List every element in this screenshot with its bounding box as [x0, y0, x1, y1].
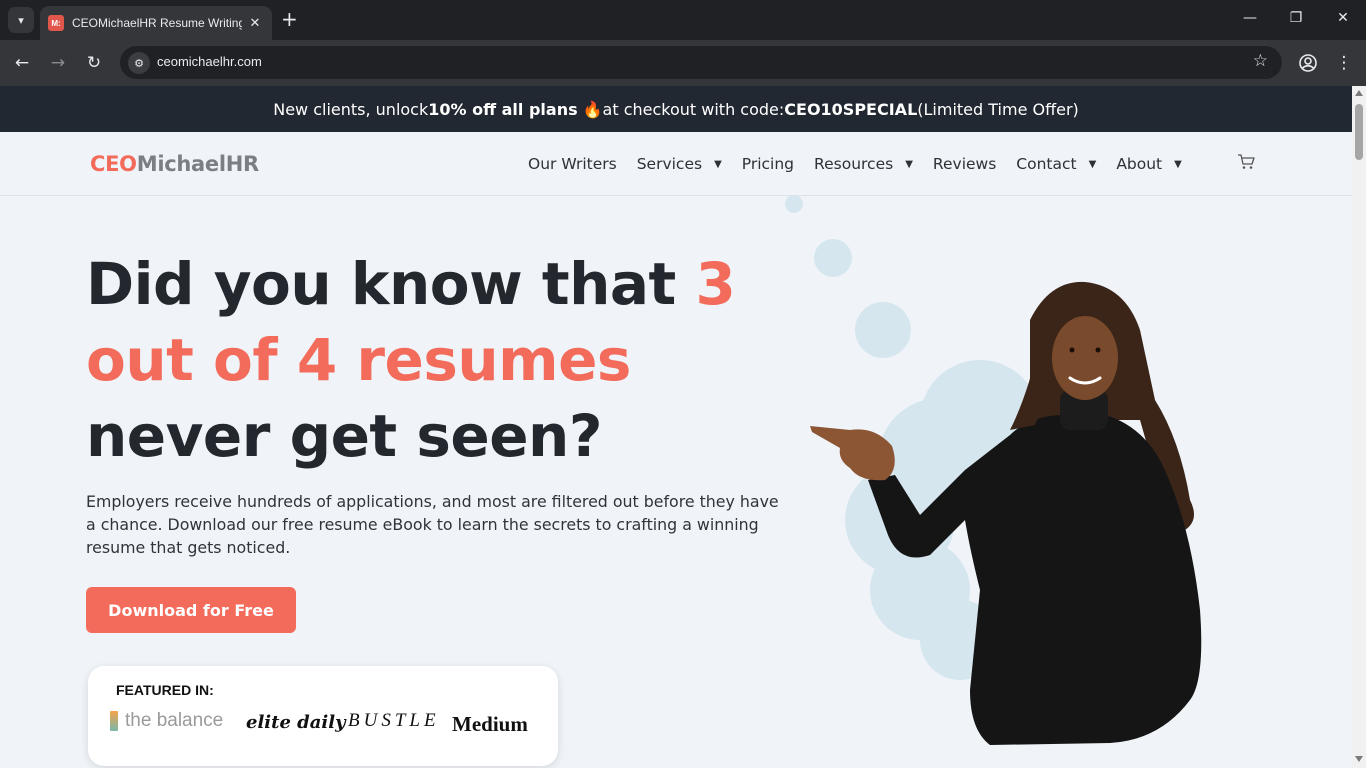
tab-title: CEOMichaelHR Resume Writing: [72, 16, 242, 30]
restore-icon[interactable]: ❐: [1286, 10, 1306, 26]
hero-description: Employers receive hundreds of applicatio…: [86, 492, 779, 557]
main-nav: Our Writers Services ▼ Pricing Resources ▼…: [528, 155, 1202, 173]
caret-down-icon: ▼: [905, 158, 913, 170]
nav-pricing[interactable]: Pricing: [742, 155, 794, 173]
promo-offer: 10% off all plans: [428, 99, 578, 119]
nav-label: Our Writers: [528, 155, 617, 173]
browser-menu-icon[interactable]: ⋮: [1333, 52, 1355, 74]
tab-close-icon[interactable]: ✕: [246, 16, 264, 31]
hero-illustration: [785, 195, 1202, 745]
nav-label: Contact: [1016, 155, 1077, 173]
medium-logo: Medium: [452, 712, 528, 736]
back-icon[interactable]: ←: [11, 52, 33, 74]
scroll-up-icon[interactable]: [1355, 90, 1363, 96]
site-info-icon[interactable]: ⚙: [128, 52, 150, 74]
site-header: CEOMichaelHR Our Writers Services ▼ Prici…: [0, 132, 1352, 196]
download-free-button[interactable]: Download for Free: [86, 587, 296, 633]
nav-about[interactable]: About ▼: [1116, 155, 1182, 173]
nav-services[interactable]: Services ▼: [637, 155, 722, 173]
url-text[interactable]: ceomichaelhr.com: [157, 54, 262, 69]
page-scrollbar[interactable]: [1352, 86, 1366, 768]
promo-banner: New clients, unlock 10% off all plans 🔥 …: [0, 86, 1352, 132]
reload-icon[interactable]: ↻: [83, 52, 105, 74]
hero-title-part2: never get seen?: [86, 402, 602, 470]
scroll-thumb[interactable]: [1355, 104, 1363, 160]
nav-resources[interactable]: Resources ▼: [814, 155, 913, 173]
the-balance-logo: the balance: [110, 710, 223, 732]
nav-contact[interactable]: Contact ▼: [1016, 155, 1096, 173]
scroll-down-icon[interactable]: [1355, 756, 1363, 762]
nav-label: Resources: [814, 155, 894, 173]
logo-ceo: CEO: [90, 152, 137, 176]
logo-rest: MichaelHR: [136, 152, 259, 176]
new-tab-icon[interactable]: +: [281, 9, 298, 29]
site-logo[interactable]: CEOMichaelHR: [90, 152, 259, 176]
cart-icon[interactable]: [1236, 152, 1256, 172]
favicon-icon: M:: [48, 15, 64, 31]
hero-title-part1: Did you know that: [86, 250, 696, 318]
nav-label: Reviews: [932, 155, 997, 173]
nav-label: Pricing: [741, 155, 795, 173]
minimize-icon[interactable]: —: [1240, 10, 1260, 26]
address-bar[interactable]: ⚙ ceomichaelhr.com ☆: [120, 46, 1282, 79]
close-window-icon[interactable]: ✕: [1333, 10, 1353, 26]
featured-in-card: FEATURED IN: the balance elite daily BUS…: [88, 666, 558, 766]
bookmark-star-icon[interactable]: ☆: [1253, 51, 1268, 71]
promo-middle: at checkout with code:: [602, 99, 785, 119]
nav-our-writers[interactable]: Our Writers: [528, 155, 617, 173]
pub-name: the balance: [125, 710, 224, 731]
promo-code: CEO10SPECIAL: [784, 99, 918, 119]
nav-label: Services: [636, 155, 703, 173]
caret-down-icon: ▼: [1088, 158, 1097, 170]
promo-prefix: New clients, unlock: [273, 99, 429, 119]
caret-down-icon: ▼: [1174, 158, 1182, 170]
nav-reviews[interactable]: Reviews: [933, 155, 996, 173]
promo-suffix: (Limited Time Offer): [917, 99, 1079, 119]
browser-tabbar: ▾ M: CEOMichaelHR Resume Writing ✕ + — ❐…: [0, 0, 1366, 40]
nav-label: About: [1116, 155, 1163, 173]
balance-mark-icon: [110, 711, 118, 731]
browser-tab[interactable]: M: CEOMichaelHR Resume Writing ✕: [40, 6, 272, 40]
fire-emoji-icon: 🔥: [582, 99, 603, 119]
hero-title: Did you know that 3 out of 4 resumes nev…: [86, 246, 816, 474]
elite-daily-logo: elite daily: [246, 712, 346, 733]
caret-down-icon: ▼: [714, 158, 722, 170]
featured-label: FEATURED IN:: [116, 682, 214, 698]
forward-icon[interactable]: →: [47, 52, 69, 74]
bustle-logo: BUSTLE: [348, 710, 440, 731]
profile-icon[interactable]: [1298, 53, 1318, 73]
tab-search-icon[interactable]: ▾: [8, 7, 34, 33]
browser-toolbar: ← → ↻ ⚙ ceomichaelhr.com ☆ ⋮: [0, 40, 1366, 86]
